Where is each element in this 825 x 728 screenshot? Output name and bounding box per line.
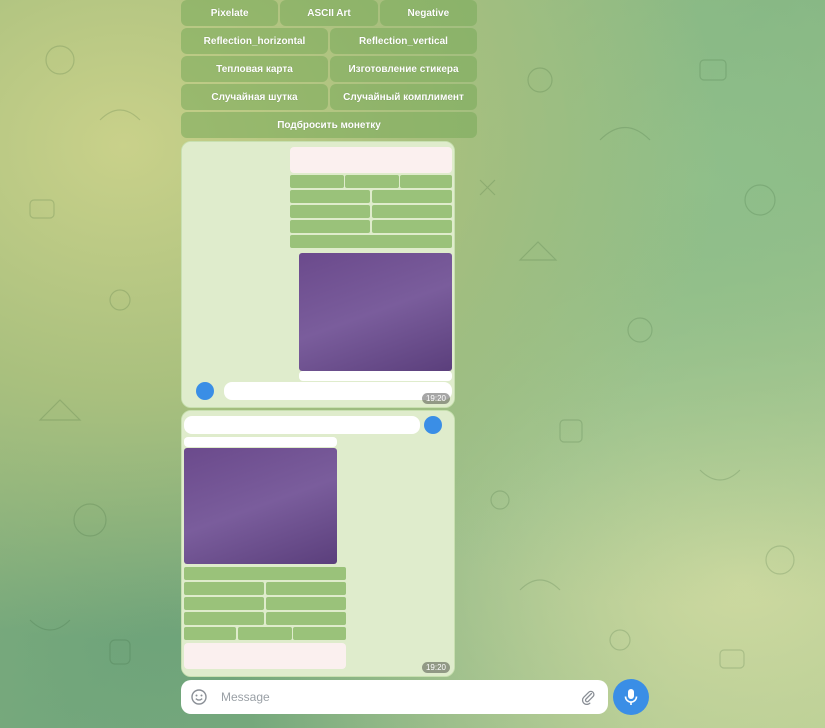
pixelate-button[interactable]: Pixelate [181, 0, 279, 26]
message-image [182, 142, 454, 407]
random-joke-button[interactable]: Случайная шутка [181, 84, 328, 110]
negative-button[interactable]: Negative [379, 0, 477, 26]
sticker-button[interactable]: Изготовление стикера [330, 56, 477, 82]
paperclip-icon[interactable] [580, 689, 596, 705]
message-image [182, 411, 454, 676]
ascii-art-button[interactable]: ASCII Art [280, 0, 378, 26]
message-input[interactable] [219, 689, 580, 705]
microphone-icon [624, 689, 638, 705]
inline-keyboard: Pixelate ASCII Art Negative Reflection_h… [181, 0, 477, 140]
random-compliment-button[interactable]: Случайный комплимент [330, 84, 477, 110]
emoji-icon[interactable] [191, 689, 207, 705]
image-message[interactable]: 19:20 [181, 410, 455, 677]
reflection-vertical-button[interactable]: Reflection_vertical [330, 28, 477, 54]
message-time: 19:20 [421, 393, 450, 404]
reflection-horizontal-button[interactable]: Reflection_horizontal [181, 28, 328, 54]
message-time: 19:20 [421, 662, 450, 673]
message-composer [181, 680, 608, 714]
heatmap-button[interactable]: Тепловая карта [181, 56, 328, 82]
image-message[interactable]: 19:20 [181, 141, 455, 408]
microphone-button[interactable] [613, 679, 649, 715]
flip-coin-button[interactable]: Подбросить монетку [181, 112, 477, 138]
